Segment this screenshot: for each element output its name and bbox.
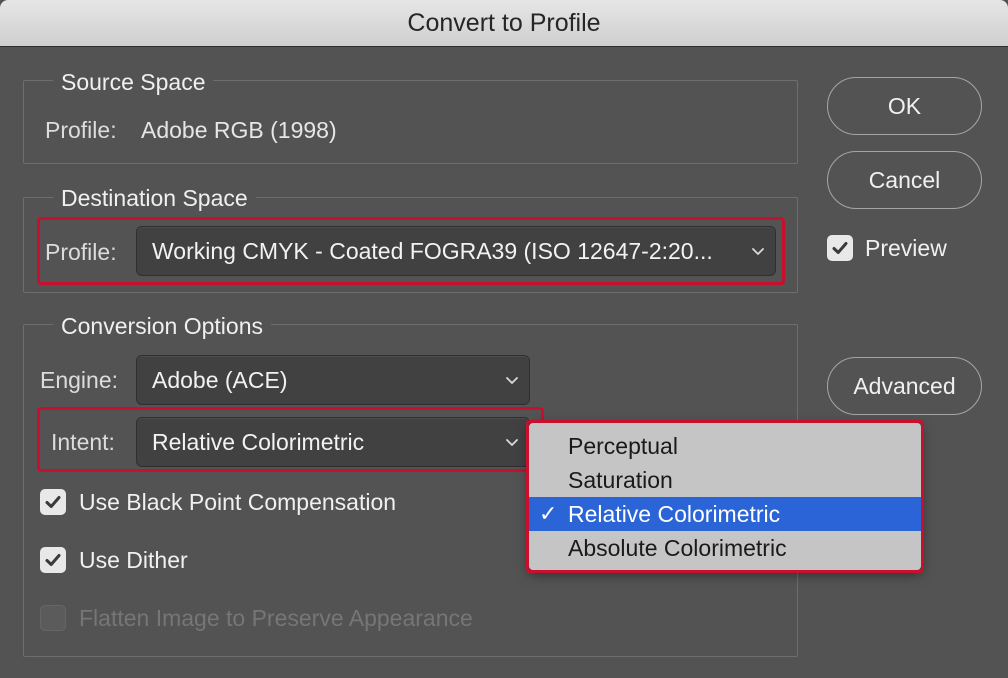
checkmark-icon xyxy=(45,554,61,566)
dither-label[interactable]: Use Dither xyxy=(79,546,188,574)
flatten-label: Flatten Image to Preserve Appearance xyxy=(79,605,473,631)
source-space-legend: Source Space xyxy=(53,68,214,96)
black-point-checkbox[interactable] xyxy=(40,489,66,515)
engine-dropdown[interactable]: Adobe (ACE) xyxy=(136,355,530,405)
advanced-button[interactable]: Advanced xyxy=(827,357,982,415)
flatten-checkbox xyxy=(40,605,66,631)
source-profile-value: Adobe RGB (1998) xyxy=(141,117,337,143)
cancel-button[interactable]: Cancel xyxy=(827,151,982,209)
conversion-options-legend: Conversion Options xyxy=(53,312,271,340)
source-profile-label: Profile: xyxy=(45,117,117,143)
destination-space-legend: Destination Space xyxy=(53,184,256,212)
engine-label: Engine: xyxy=(40,367,119,393)
advanced-button-label: Advanced xyxy=(853,372,956,399)
checkmark-icon xyxy=(832,242,848,254)
preview-label[interactable]: Preview xyxy=(865,234,947,262)
intent-menu-highlight xyxy=(526,420,924,573)
title-bar[interactable]: Convert to Profile xyxy=(0,0,1008,47)
engine-value: Adobe (ACE) xyxy=(152,366,288,393)
ok-button-label: OK xyxy=(887,92,922,119)
window-title: Convert to Profile xyxy=(407,8,601,37)
cancel-button-label: Cancel xyxy=(868,166,941,193)
intent-highlight xyxy=(37,407,544,472)
convert-to-profile-dialog: Convert to Profile Source Space Profile:… xyxy=(0,0,1008,678)
chevron-down-icon xyxy=(506,377,518,384)
checkmark-icon xyxy=(45,496,61,508)
ok-button[interactable]: OK xyxy=(827,77,982,135)
black-point-label[interactable]: Use Black Point Compensation xyxy=(79,488,396,516)
dither-checkbox[interactable] xyxy=(40,547,66,573)
destination-profile-highlight xyxy=(37,217,785,285)
preview-checkbox[interactable] xyxy=(827,235,853,261)
